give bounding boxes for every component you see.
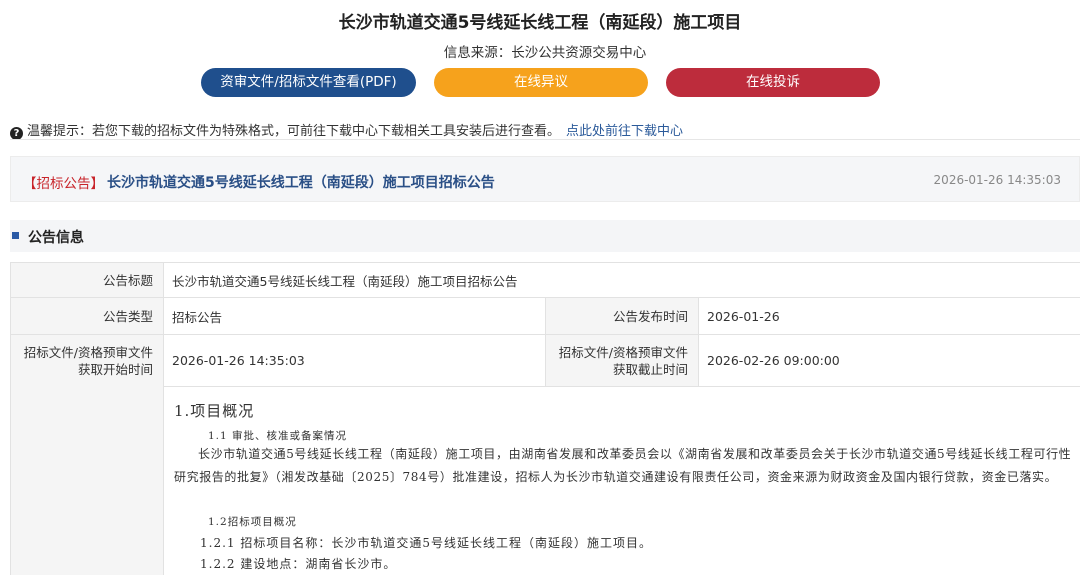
content-subheading-1-2: 1.2招标项目概况 [208,516,297,528]
start-time-label-line2: 获取开始时间 [77,361,153,377]
page-title: 长沙市轨道交通5号线延长线工程（南延段）施工项目 [338,13,742,33]
notice-bar: 【招标公告】 长沙市轨道交通5号线延长线工程（南延段）施工项目招标公告 2026… [10,156,1080,202]
end-time-label-line2: 获取截止时间 [612,361,688,377]
type-label: 公告类型 [10,297,164,335]
tip-text: 温馨提示：若您下载的招标文件为特殊格式，可前往下载中心下载相关工具安装后进行查看… [27,124,561,139]
start-time-label-line1: 招标文件/资格预审文件 [23,344,153,360]
publish-time-label: 公告发布时间 [545,297,699,335]
start-time-label: 招标文件/资格预审文件 获取开始时间 [10,334,164,387]
start-time-value: 2026-01-26 14:35:03 [163,334,546,387]
notice-date: 2026-01-26 14:35:03 [933,173,1061,187]
title-value: 长沙市轨道交通5号线延长线工程（南延段）施工项目招标公告 [162,262,1080,298]
section-title: 公告信息 [28,230,84,246]
info-source: 信息来源：长沙公共资源交易中心 [443,45,647,61]
end-time-value: 2026-02-26 09:00:00 [697,334,1080,387]
end-time-label-line1: 招标文件/资格预审文件 [558,344,688,360]
title-label: 公告标题 [10,262,164,298]
doc-view-button[interactable]: 资审文件/招标文件查看(PDF) [201,68,416,97]
notice-info-table: 公告标题 长沙市轨道交通5号线延长线工程（南延段）施工项目招标公告 公告类型 招… [10,262,1080,387]
section-header: 公告信息 [10,220,1080,252]
download-center-link[interactable]: 点此处前往下载中心 [566,124,683,139]
online-objection-button[interactable]: 在线异议 [434,68,648,97]
online-complaint-button[interactable]: 在线投诉 [666,68,880,97]
download-tip: ? 温馨提示：若您下载的招标文件为特殊格式，可前往下载中心下载相关工具安装后进行查… [10,120,683,140]
end-time-label: 招标文件/资格预审文件 获取截止时间 [545,334,699,387]
tip-divider [10,139,1080,140]
publish-time-value: 2026-01-26 [697,297,1080,335]
content-item-1-2-2: 1.2.2 建设地点：湖南省长沙市。 [200,557,397,571]
content-heading: 1.项目概况 [174,402,255,420]
content-item-1-2-1: 1.2.1 招标项目名称：长沙市轨道交通5号线延长线工程（南延段）施工项目。 [200,536,652,550]
content-label-cell [11,386,164,575]
notice-tag: 【招标公告】 [23,176,104,192]
content-paragraph: 长沙市轨道交通5号线延长线工程（南延段）施工项目，由湖南省发展和改革委员会以《湖… [174,447,1072,484]
notice-title: 长沙市轨道交通5号线延长线工程（南延段）施工项目招标公告 [107,175,495,191]
type-value: 招标公告 [163,297,546,335]
content-subheading-1-1: 1.1 审批、核准或备案情况 [208,430,348,442]
notice-content-row: 1.项目概况 1.1 审批、核准或备案情况 长沙市轨道交通5号线延长线工程（南延… [10,386,1080,575]
section-square-icon [12,232,19,239]
